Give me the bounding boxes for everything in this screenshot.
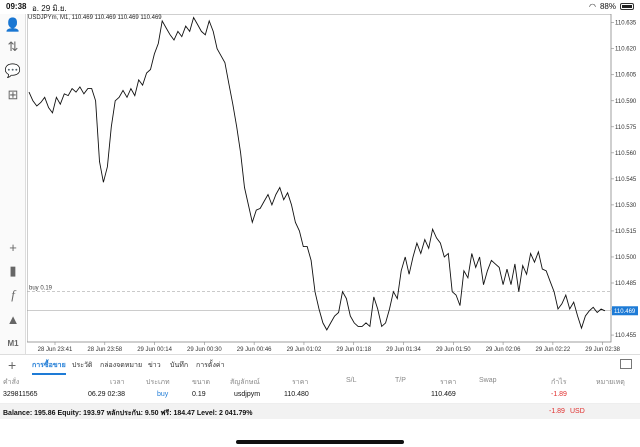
balance-currency: USD xyxy=(570,408,585,415)
order-symbol: usdjpym xyxy=(234,391,261,398)
status-right: ◠ 88% xyxy=(589,2,634,11)
timeframe-button[interactable]: M1 xyxy=(4,334,22,352)
order-size: 0.19 xyxy=(192,391,206,398)
tab-mailbox[interactable]: กล่องจดหมาย xyxy=(100,360,142,371)
y-tick-label: 110.545 xyxy=(615,177,637,183)
x-tick-label: 29 Jun 00:46 xyxy=(237,347,272,353)
col-current-price: ราคา xyxy=(440,379,457,386)
x-tick-label: 29 Jun 00:30 xyxy=(187,347,222,353)
y-tick-label: 110.590 xyxy=(615,99,637,105)
left-toolbar: 👤 ⇅ 💬 ⊞ + ▮ f ▲ M1 xyxy=(0,14,26,354)
account-icon[interactable]: 👤 xyxy=(4,16,22,34)
tab-trade[interactable]: การซื้อขาย xyxy=(32,360,66,375)
balance-bar: Balance: 195.86 Equity: 193.97 หลักประกั… xyxy=(0,404,640,419)
battery-percent: 88% xyxy=(599,2,616,11)
x-tick-label: 29 Jun 01:02 xyxy=(287,347,322,353)
order-profit: -1.89 xyxy=(551,391,567,398)
col-price: ราคา xyxy=(292,379,309,386)
order-time: 06.29 02:38 xyxy=(88,391,125,398)
trade-icon[interactable]: ⇅ xyxy=(4,38,22,56)
col-comment: หมายเหตุ xyxy=(596,379,625,386)
table-row[interactable]: 329811565 06.29 02:38 buy 0.19 usdjpym 1… xyxy=(0,388,640,404)
chat-icon[interactable]: 💬 xyxy=(4,62,22,80)
wifi-icon: ◠ xyxy=(589,2,596,11)
y-tick-label: 110.455 xyxy=(615,333,637,339)
plot-frame xyxy=(27,14,612,343)
y-tick-label: 110.620 xyxy=(615,47,637,53)
x-tick-label: 29 Jun 01:34 xyxy=(386,347,421,353)
tab-history[interactable]: ประวัติ xyxy=(72,360,92,371)
col-symbol: สัญลักษณ์ xyxy=(230,379,260,386)
battery-icon xyxy=(620,3,634,10)
col-type: ประเภท xyxy=(146,379,170,386)
add-icon[interactable]: + xyxy=(8,357,16,373)
balance-text: Balance: 195.86 Equity: 193.97 หลักประกั… xyxy=(3,410,253,417)
objects-icon[interactable]: ▲ xyxy=(4,310,22,328)
x-tick-label: 29 Jun 01:50 xyxy=(436,347,471,353)
tab-settings[interactable]: การตั้งค่า xyxy=(196,360,225,371)
crosshair-icon[interactable]: + xyxy=(4,238,22,256)
home-indicator[interactable] xyxy=(236,440,404,444)
x-tick-label: 29 Jun 02:22 xyxy=(536,347,571,353)
y-tick-label: 110.575 xyxy=(615,125,637,131)
resize-icon[interactable] xyxy=(620,359,632,369)
order-ticket: 329811565 xyxy=(3,391,38,398)
x-tick-label: 29 Jun 00:14 xyxy=(137,347,172,353)
chart-type-icon[interactable]: ▮ xyxy=(4,262,22,280)
col-size: ขนาด xyxy=(192,379,211,386)
col-order: คำสั่ง xyxy=(3,379,20,386)
y-tick-label: 110.560 xyxy=(615,151,637,157)
order-label: buy 0.19 xyxy=(29,286,53,292)
col-profit: กำไร xyxy=(551,379,567,386)
y-tick-label: 110.605 xyxy=(615,73,637,79)
y-tick-label: 110.485 xyxy=(615,281,637,287)
y-tick-label: 110.500 xyxy=(615,255,637,261)
col-swap: Swap xyxy=(479,377,497,384)
indicators-icon[interactable]: f xyxy=(4,286,22,304)
current-price-label: 110.469 xyxy=(614,309,636,315)
balance-profit: -1.89 xyxy=(549,408,565,415)
status-time: 09:38 xyxy=(6,2,27,11)
tab-journal[interactable]: บันทึก xyxy=(170,360,188,371)
order-type: buy xyxy=(157,391,169,398)
x-tick-label: 28 Jun 23:41 xyxy=(38,347,73,353)
y-tick-label: 110.515 xyxy=(615,229,637,235)
col-sl: S/L xyxy=(346,377,357,384)
new-order-icon[interactable]: ⊞ xyxy=(4,86,22,104)
x-tick-label: 28 Jun 23:58 xyxy=(87,347,122,353)
order-price: 110.480 xyxy=(284,391,309,398)
status-bar: 09:38 อ. 29 มิ.ย. ◠ 88% xyxy=(0,0,640,14)
y-tick-label: 110.635 xyxy=(615,21,637,27)
x-tick-label: 29 Jun 02:06 xyxy=(486,347,521,353)
price-chart[interactable]: 110.635 110.620 110.605 110.590 110.575 110.5… xyxy=(27,14,640,354)
col-time: เวลา xyxy=(110,379,125,386)
x-tick-label: 29 Jun 01:18 xyxy=(336,347,371,353)
x-tick-label: 29 Jun 02:38 xyxy=(585,347,620,353)
table-header: คำสั่ง เวลา ประเภท ขนาด สัญลักษณ์ ราคา S… xyxy=(0,374,640,388)
y-tick-label: 110.530 xyxy=(615,203,637,209)
order-current-price: 110.469 xyxy=(431,391,456,398)
tab-news[interactable]: ข่าว xyxy=(148,360,161,371)
price-line xyxy=(28,16,606,331)
terminal-tabs: + การซื้อขาย ประวัติ กล่องจดหมาย ข่าว บั… xyxy=(0,354,640,375)
col-tp: T/P xyxy=(395,377,406,384)
